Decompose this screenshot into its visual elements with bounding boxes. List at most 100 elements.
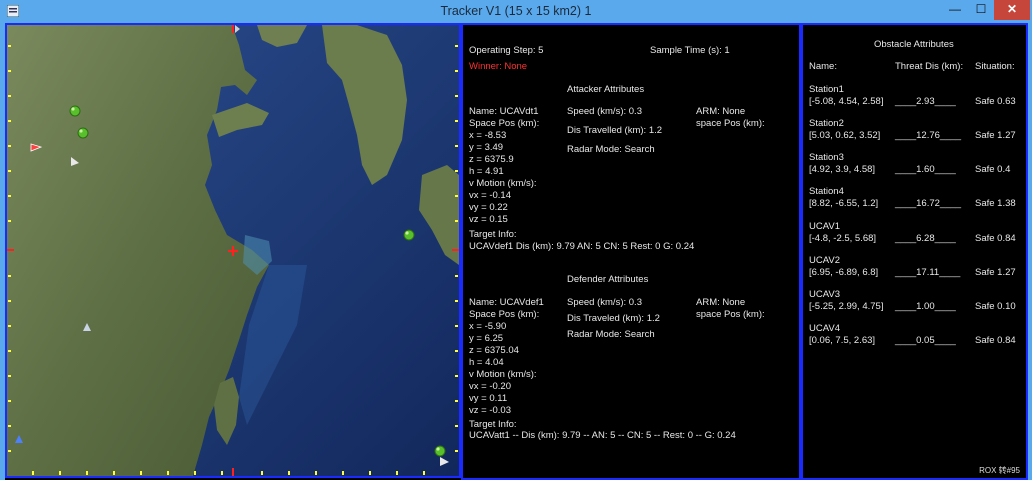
defender-h: h = 4.04: [469, 357, 504, 368]
obstacle-threat: ____16.72____: [895, 198, 962, 209]
obstacle-name: Station1: [809, 84, 844, 95]
map-overlay: [7, 25, 459, 476]
defender-v-motion-label: v Motion (km/s):: [469, 369, 537, 380]
defender-speed: Speed (km/s): 0.3: [567, 297, 642, 308]
attacker-heading: Attacker Attributes: [567, 84, 645, 95]
obstacle-name: UCAV4: [809, 323, 840, 334]
defender-arm: ARM: None space Pos (km):: [696, 297, 765, 321]
operating-step: Operating Step: 5: [469, 45, 544, 56]
obstacle-name: Station4: [809, 186, 844, 197]
obstacle-threat: ____2.93____: [895, 96, 956, 107]
col-name: Name:: [809, 61, 837, 72]
attacker-target-info-label: Target Info:: [469, 229, 517, 240]
obstacle-pos: [-5.08, 4.54, 2.58]: [809, 96, 884, 107]
ucav-icon[interactable]: [15, 435, 23, 443]
obstacle-threat: ____12.76____: [895, 130, 962, 141]
attacker-radar-mode: Radar Mode: Search: [567, 144, 655, 155]
obstacle-threat: ____1.00____: [895, 301, 956, 312]
defender-space-pos-label: Space Pos (km):: [469, 309, 540, 320]
window-title: Tracker V1 (15 x 15 km2) 1: [440, 4, 592, 18]
obstacle-pos: [-4.8, -2.5, 5.68]: [809, 233, 877, 244]
obstacle-pos: [4.92, 3.9, 4.58]: [809, 164, 876, 175]
defender-state: Name: UCAVdef1 Space Pos (km): x = -5.90…: [469, 297, 544, 417]
attacker-x: x = -8.53: [469, 130, 507, 141]
station-marker[interactable]: [69, 105, 81, 117]
window-frame-right: [1028, 23, 1032, 480]
obstacle-situation: Safe 1.27: [975, 130, 1016, 141]
attacker-vx: vx = -0.14: [469, 190, 511, 201]
obstacle-situation: Safe 1.38: [975, 198, 1016, 209]
map-center-marker: [228, 246, 238, 256]
station-marker[interactable]: [434, 445, 446, 457]
attacker-dis-travelled: Dis Travelled (km): 1.2: [567, 125, 663, 136]
attacker-space-pos-label: Space Pos (km):: [469, 118, 540, 129]
obstacle-panel: Obstacle Attributes Name: Threat Dis (km…: [801, 23, 1028, 480]
north-marker: [235, 25, 240, 33]
defender-arm-status: ARM: None: [696, 297, 746, 308]
obstacle-pos: [8.82, -6.55, 1.2]: [809, 198, 879, 209]
grid-ticks-bottom: [32, 471, 425, 475]
grid-ticks-right: [455, 45, 458, 452]
defender-vx: vx = -0.20: [469, 381, 511, 392]
attacker-y: y = 3.49: [469, 142, 504, 153]
winner-status: Winner: None: [469, 61, 528, 72]
defender-vz: vz = -0.03: [469, 405, 511, 416]
station-marker[interactable]: [403, 229, 415, 241]
obstacle-name: UCAV2: [809, 255, 840, 266]
obstacle-threat: ____17.11____: [895, 267, 961, 278]
title-bar[interactable]: Tracker V1 (15 x 15 km2) 1 — ☐ ✕: [0, 0, 1032, 23]
attacker-vz: vz = 0.15: [469, 214, 508, 225]
obstacle-situation: Safe 0.10: [975, 301, 1016, 312]
ucav-icon[interactable]: [440, 457, 449, 466]
attacker-ucav-icon[interactable]: [30, 143, 43, 152]
attacker-h: h = 4.91: [469, 166, 504, 177]
defender-target-info: UCAVatt1 -- Dis (km): 9.79 -- AN: 5 -- C…: [469, 430, 736, 441]
obstacle-pos: [6.95, -6.89, 6.8]: [809, 267, 879, 278]
attacker-arm-space-pos: space Pos (km):: [696, 118, 765, 129]
defender-arm-space-pos: space Pos (km):: [696, 309, 765, 320]
obstacle-heading: Obstacle Attributes: [874, 39, 954, 50]
attacker-name: Name: UCAVdt1: [469, 106, 539, 117]
col-situation: Situation:: [975, 61, 1015, 72]
attacker-motion: Speed (km/s): 0.3 Dis Travelled (km): 1.…: [567, 106, 662, 156]
col-threat: Threat Dis (km):: [895, 61, 964, 72]
obstacle-situation: Safe 1.27: [975, 267, 1016, 278]
defender-y: y = 6.25: [469, 333, 504, 344]
attacker-target-info: UCAVdef1 Dis (km): 9.79 AN: 5 CN: 5 Rest…: [469, 241, 695, 252]
combat-info-panel: Operating Step: 5 Sample Time (s): 1 Win…: [461, 23, 801, 480]
attacker-v-motion-label: v Motion (km/s):: [469, 178, 537, 189]
map-view[interactable]: [5, 23, 461, 478]
attacker-arm: ARM: None space Pos (km):: [696, 106, 765, 130]
sample-time: Sample Time (s): 1: [650, 45, 730, 56]
attacker-vy: vy = 0.22: [469, 202, 508, 213]
defender-vy: vy = 0.11: [469, 393, 508, 404]
attacker-speed: Speed (km/s): 0.3: [567, 106, 642, 117]
obstacle-situation: Safe 0.84: [975, 233, 1016, 244]
attacker-state: Name: UCAVdt1 Space Pos (km): x = -8.53 …: [469, 106, 539, 226]
obstacle-situation: Safe 0.4: [975, 164, 1011, 175]
defender-ucav-icon[interactable]: [71, 157, 79, 166]
obstacle-situation: Safe 0.63: [975, 96, 1016, 107]
defender-dis-travelled: Dis Traveled (km): 1.2: [567, 313, 660, 324]
maximize-button[interactable]: ☐: [968, 0, 994, 20]
obstacle-situation: Safe 0.84: [975, 335, 1016, 346]
defender-heading: Defender Attributes: [567, 274, 649, 285]
close-button[interactable]: ✕: [994, 0, 1030, 20]
watermark: ROX 转#95: [979, 466, 1020, 475]
obstacle-pos: [0.06, 7.5, 2.63]: [809, 335, 876, 346]
attacker-arm-status: ARM: None: [696, 106, 746, 117]
obstacle-pos: [5.03, 0.62, 3.52]: [809, 130, 881, 141]
defender-radar-mode: Radar Mode: Search: [567, 329, 655, 340]
obstacle-name: UCAV1: [809, 221, 840, 232]
obstacle-column-headers: Name: Threat Dis (km): Situation:: [809, 61, 1021, 73]
obstacle-pos: [-5.25, 2.99, 4.75]: [809, 301, 884, 312]
ucav-icon[interactable]: [83, 323, 91, 331]
obstacle-name: Station3: [809, 152, 844, 163]
obstacle-name: Station2: [809, 118, 844, 129]
station-marker[interactable]: [77, 127, 89, 139]
minimize-button[interactable]: —: [942, 0, 968, 20]
obstacle-name: UCAV3: [809, 289, 840, 300]
defender-x: x = -5.90: [469, 321, 507, 332]
attacker-z: z = 6375.9: [469, 154, 514, 165]
defender-name: Name: UCAVdef1: [469, 297, 544, 308]
